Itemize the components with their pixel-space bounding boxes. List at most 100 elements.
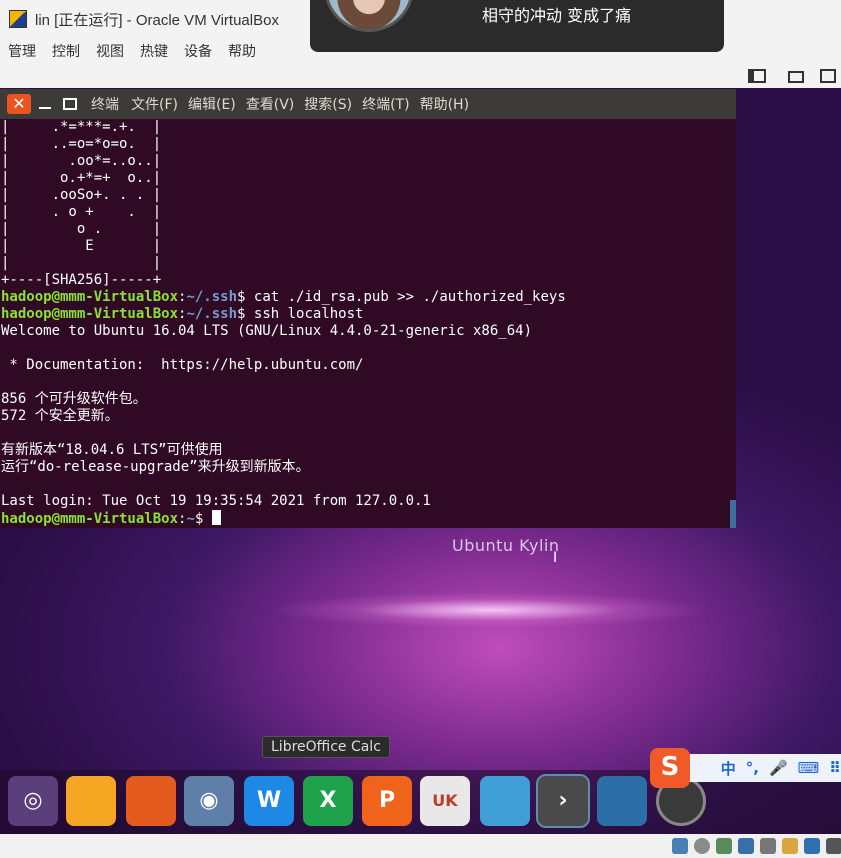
prompt-user: hadoop@mmm-VirtualBox <box>1 511 179 527</box>
files-folder-icon[interactable] <box>66 776 116 826</box>
files-folder-glyph <box>66 776 116 826</box>
hard-disk-icon[interactable] <box>672 838 688 854</box>
menu-view[interactable]: 查看(V) <box>246 94 295 114</box>
audio-icon[interactable] <box>716 838 732 854</box>
menu-control[interactable]: 控制 <box>52 41 80 61</box>
terminal-title-bar[interactable]: ✕ 终端 文件(F) 编辑(E) 查看(V) 搜索(S) 终端(T) 帮助(H) <box>0 89 736 119</box>
menu-devices[interactable]: 设备 <box>184 41 212 61</box>
shared-folder-icon[interactable] <box>782 838 798 854</box>
ime-toolbar[interactable]: 中 °, 🎤 ⌨ ⠿ S <box>650 748 841 788</box>
chromium-icon[interactable]: ◉ <box>184 776 234 826</box>
output-line: 运行“do-release-upgrade”来升级到新版本。 <box>1 459 310 475</box>
wps-spreadsheet-glyph: X <box>319 788 337 813</box>
command-line: hadoop@mmm-VirtualBox:~/.ssh$ cat ./id_r… <box>1 289 566 305</box>
ime-panel: 中 °, 🎤 ⌨ ⠿ <box>686 754 841 782</box>
calendar-icon[interactable] <box>820 69 836 83</box>
prompt-path: ~ <box>186 511 195 527</box>
network-icon[interactable] <box>748 69 766 83</box>
randomart-line: | .ooSo+. . . | <box>1 187 162 203</box>
guest-screen: Ubuntu Kylin ✕ 终端 文件(F) 编辑(E) 查看(V) 搜索(S… <box>0 64 841 834</box>
output-line: 572 个安全更新。 <box>1 408 119 424</box>
wps-presentation-icon[interactable]: P <box>362 776 412 826</box>
distro-wallpaper-label: Ubuntu Kylin <box>452 536 560 555</box>
menu-help[interactable]: 帮助 <box>228 41 256 61</box>
terminal-window[interactable]: ✕ 终端 文件(F) 编辑(E) 查看(V) 搜索(S) 终端(T) 帮助(H)… <box>0 89 736 528</box>
chromium-glyph: ◉ <box>199 788 219 813</box>
output-line: * Documentation: https://help.ubuntu.com… <box>1 357 364 373</box>
ime-punctuation-icon[interactable]: °, <box>746 759 759 777</box>
software-center-glyph <box>480 776 530 826</box>
ime-chinese-mode-icon[interactable]: 中 <box>721 758 736 779</box>
song-lyric: 相守的冲动 变成了痛 <box>482 6 632 25</box>
randomart-line: | E | <box>1 238 162 254</box>
album-art-icon <box>324 0 414 32</box>
optical-drive-icon[interactable] <box>694 838 710 854</box>
menu-hotkey[interactable]: 热键 <box>140 41 168 61</box>
wps-spreadsheet-icon[interactable]: X <box>303 776 353 826</box>
prompt-user: hadoop@mmm-VirtualBox <box>1 289 179 305</box>
sogou-ime-logo-icon[interactable]: S <box>650 748 690 788</box>
software-center-icon[interactable] <box>480 776 530 826</box>
randomart-line: | .*=***=.+. | <box>1 119 162 135</box>
wps-writer-icon[interactable]: W <box>244 776 294 826</box>
ubuntu-kylin-menu-glyph: ◎ <box>23 788 43 813</box>
close-icon[interactable]: ✕ <box>7 94 31 114</box>
terminal-output[interactable]: | .*=***=.+. | | ..=o=*o=o. | | .oo*=..o… <box>0 119 736 528</box>
randomart-line: | o . | <box>1 221 162 237</box>
wps-writer-glyph: W <box>256 788 282 813</box>
prompt-path: ~/.ssh <box>186 289 238 305</box>
terminal-title: 终端 <box>91 97 119 113</box>
vbox-status-bar <box>0 834 841 858</box>
workspace-switcher-icon[interactable] <box>597 776 647 826</box>
display-icon[interactable] <box>804 838 820 854</box>
command-text: ssh localhost <box>245 306 364 322</box>
terminal-icon[interactable]: › <box>536 774 590 828</box>
recording-icon[interactable] <box>826 838 841 854</box>
usb-icon[interactable] <box>760 838 776 854</box>
wps-presentation-glyph: P <box>378 788 396 813</box>
network-adapter-icon[interactable] <box>738 838 754 854</box>
virtualbox-app-icon <box>9 10 27 28</box>
ime-toolbox-icon[interactable]: ⠿ <box>829 759 841 777</box>
randomart-line: | o.+*=+ o..| <box>1 170 162 186</box>
output-line: Welcome to Ubuntu 16.04 LTS (GNU/Linux 4… <box>1 323 533 339</box>
text-cursor <box>211 510 221 525</box>
menu-view[interactable]: 视图 <box>96 41 124 61</box>
menu-manage[interactable]: 管理 <box>8 41 36 61</box>
dock-tooltip: LibreOffice Calc <box>262 736 390 758</box>
menu-search[interactable]: 搜索(S) <box>304 94 352 114</box>
maximize-icon[interactable] <box>63 98 77 110</box>
prompt-path: ~/.ssh <box>186 306 238 322</box>
ubuntu-kylin-menu-icon[interactable]: ◎ <box>8 776 58 826</box>
command-line: hadoop@mmm-VirtualBox:~/.ssh$ ssh localh… <box>1 306 364 322</box>
terminal-glyph: › <box>558 788 568 813</box>
minimize-icon[interactable] <box>37 94 53 114</box>
active-prompt[interactable]: hadoop@mmm-VirtualBox:~$ <box>1 510 736 527</box>
prompt-user: hadoop@mmm-VirtualBox <box>1 306 179 322</box>
output-line: Last login: Tue Oct 19 19:35:54 2021 fro… <box>1 493 431 509</box>
youker-assistant-glyph: UK <box>432 791 458 810</box>
menu-edit[interactable]: 编辑(E) <box>188 94 236 114</box>
window-title: lin [正在运行] - Oracle VM VirtualBox <box>35 11 279 29</box>
youker-assistant-icon[interactable]: UK <box>420 776 470 826</box>
firefox-icon[interactable] <box>126 776 176 826</box>
keyboard-icon[interactable] <box>788 71 804 83</box>
ime-keyboard-icon[interactable]: ⌨ <box>798 759 820 777</box>
randomart-line: | . o + . | <box>1 204 162 220</box>
music-notification[interactable]: 相守的冲动 变成了痛 <box>310 0 724 52</box>
output-line: 有新版本“18.04.6 LTS”可供使用 <box>1 442 223 458</box>
guest-top-bar <box>0 64 841 88</box>
menu-help[interactable]: 帮助(H) <box>420 94 469 114</box>
menu-terminal[interactable]: 终端(T) <box>362 94 409 114</box>
workspace-switcher-glyph <box>597 776 647 826</box>
randomart-line: | ..=o=*o=o. | <box>1 136 162 152</box>
firefox-glyph <box>126 776 176 826</box>
ime-voice-icon[interactable]: 🎤 <box>769 759 788 777</box>
terminal-scrollbar[interactable] <box>730 500 736 528</box>
menu-file[interactable]: 文件(F) <box>131 94 178 114</box>
randomart-line: | .oo*=..o..| <box>1 153 162 169</box>
